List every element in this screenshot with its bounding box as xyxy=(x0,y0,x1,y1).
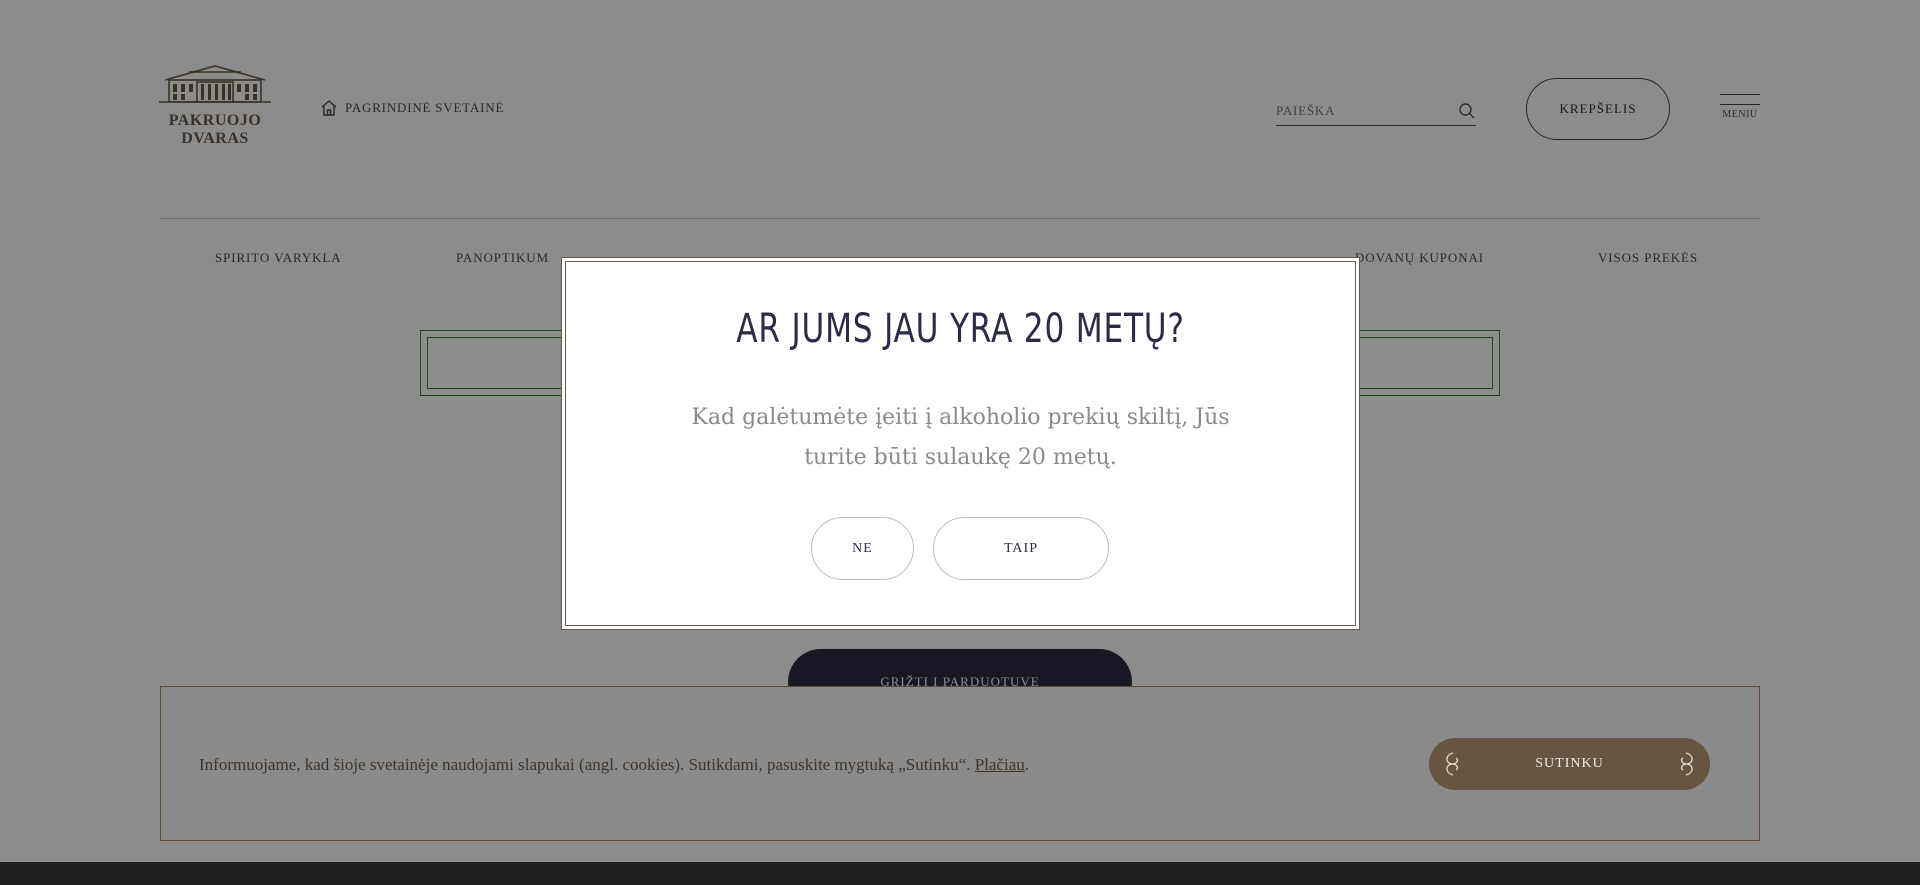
yes-button[interactable]: TAIP xyxy=(933,517,1109,580)
cookie-agree-button[interactable]: SUTINKU xyxy=(1429,738,1710,790)
cookie-message: Informuojame, kad šioje svetainėje naudo… xyxy=(199,755,971,774)
cookie-text: Informuojame, kad šioje svetainėje naudo… xyxy=(199,755,1029,775)
cookie-more-link[interactable]: Plačiau xyxy=(975,755,1025,774)
ornament-icon xyxy=(1446,752,1459,776)
age-verification-modal: AR JUMS JAU YRA 20 METŲ? Kad galėtumėte … xyxy=(561,257,1360,630)
cookie-banner: Informuojame, kad šioje svetainėje naudo… xyxy=(160,686,1760,841)
modal-title: AR JUMS JAU YRA 20 METŲ? xyxy=(736,306,1185,352)
cookie-agree-label: SUTINKU xyxy=(1535,756,1604,771)
no-button[interactable]: NE xyxy=(811,517,914,580)
ornament-icon xyxy=(1680,752,1693,776)
cookie-trailing: . xyxy=(1024,755,1029,774)
modal-text: Kad galėtumėte įeiti į alkoholio prekių … xyxy=(691,405,1230,470)
